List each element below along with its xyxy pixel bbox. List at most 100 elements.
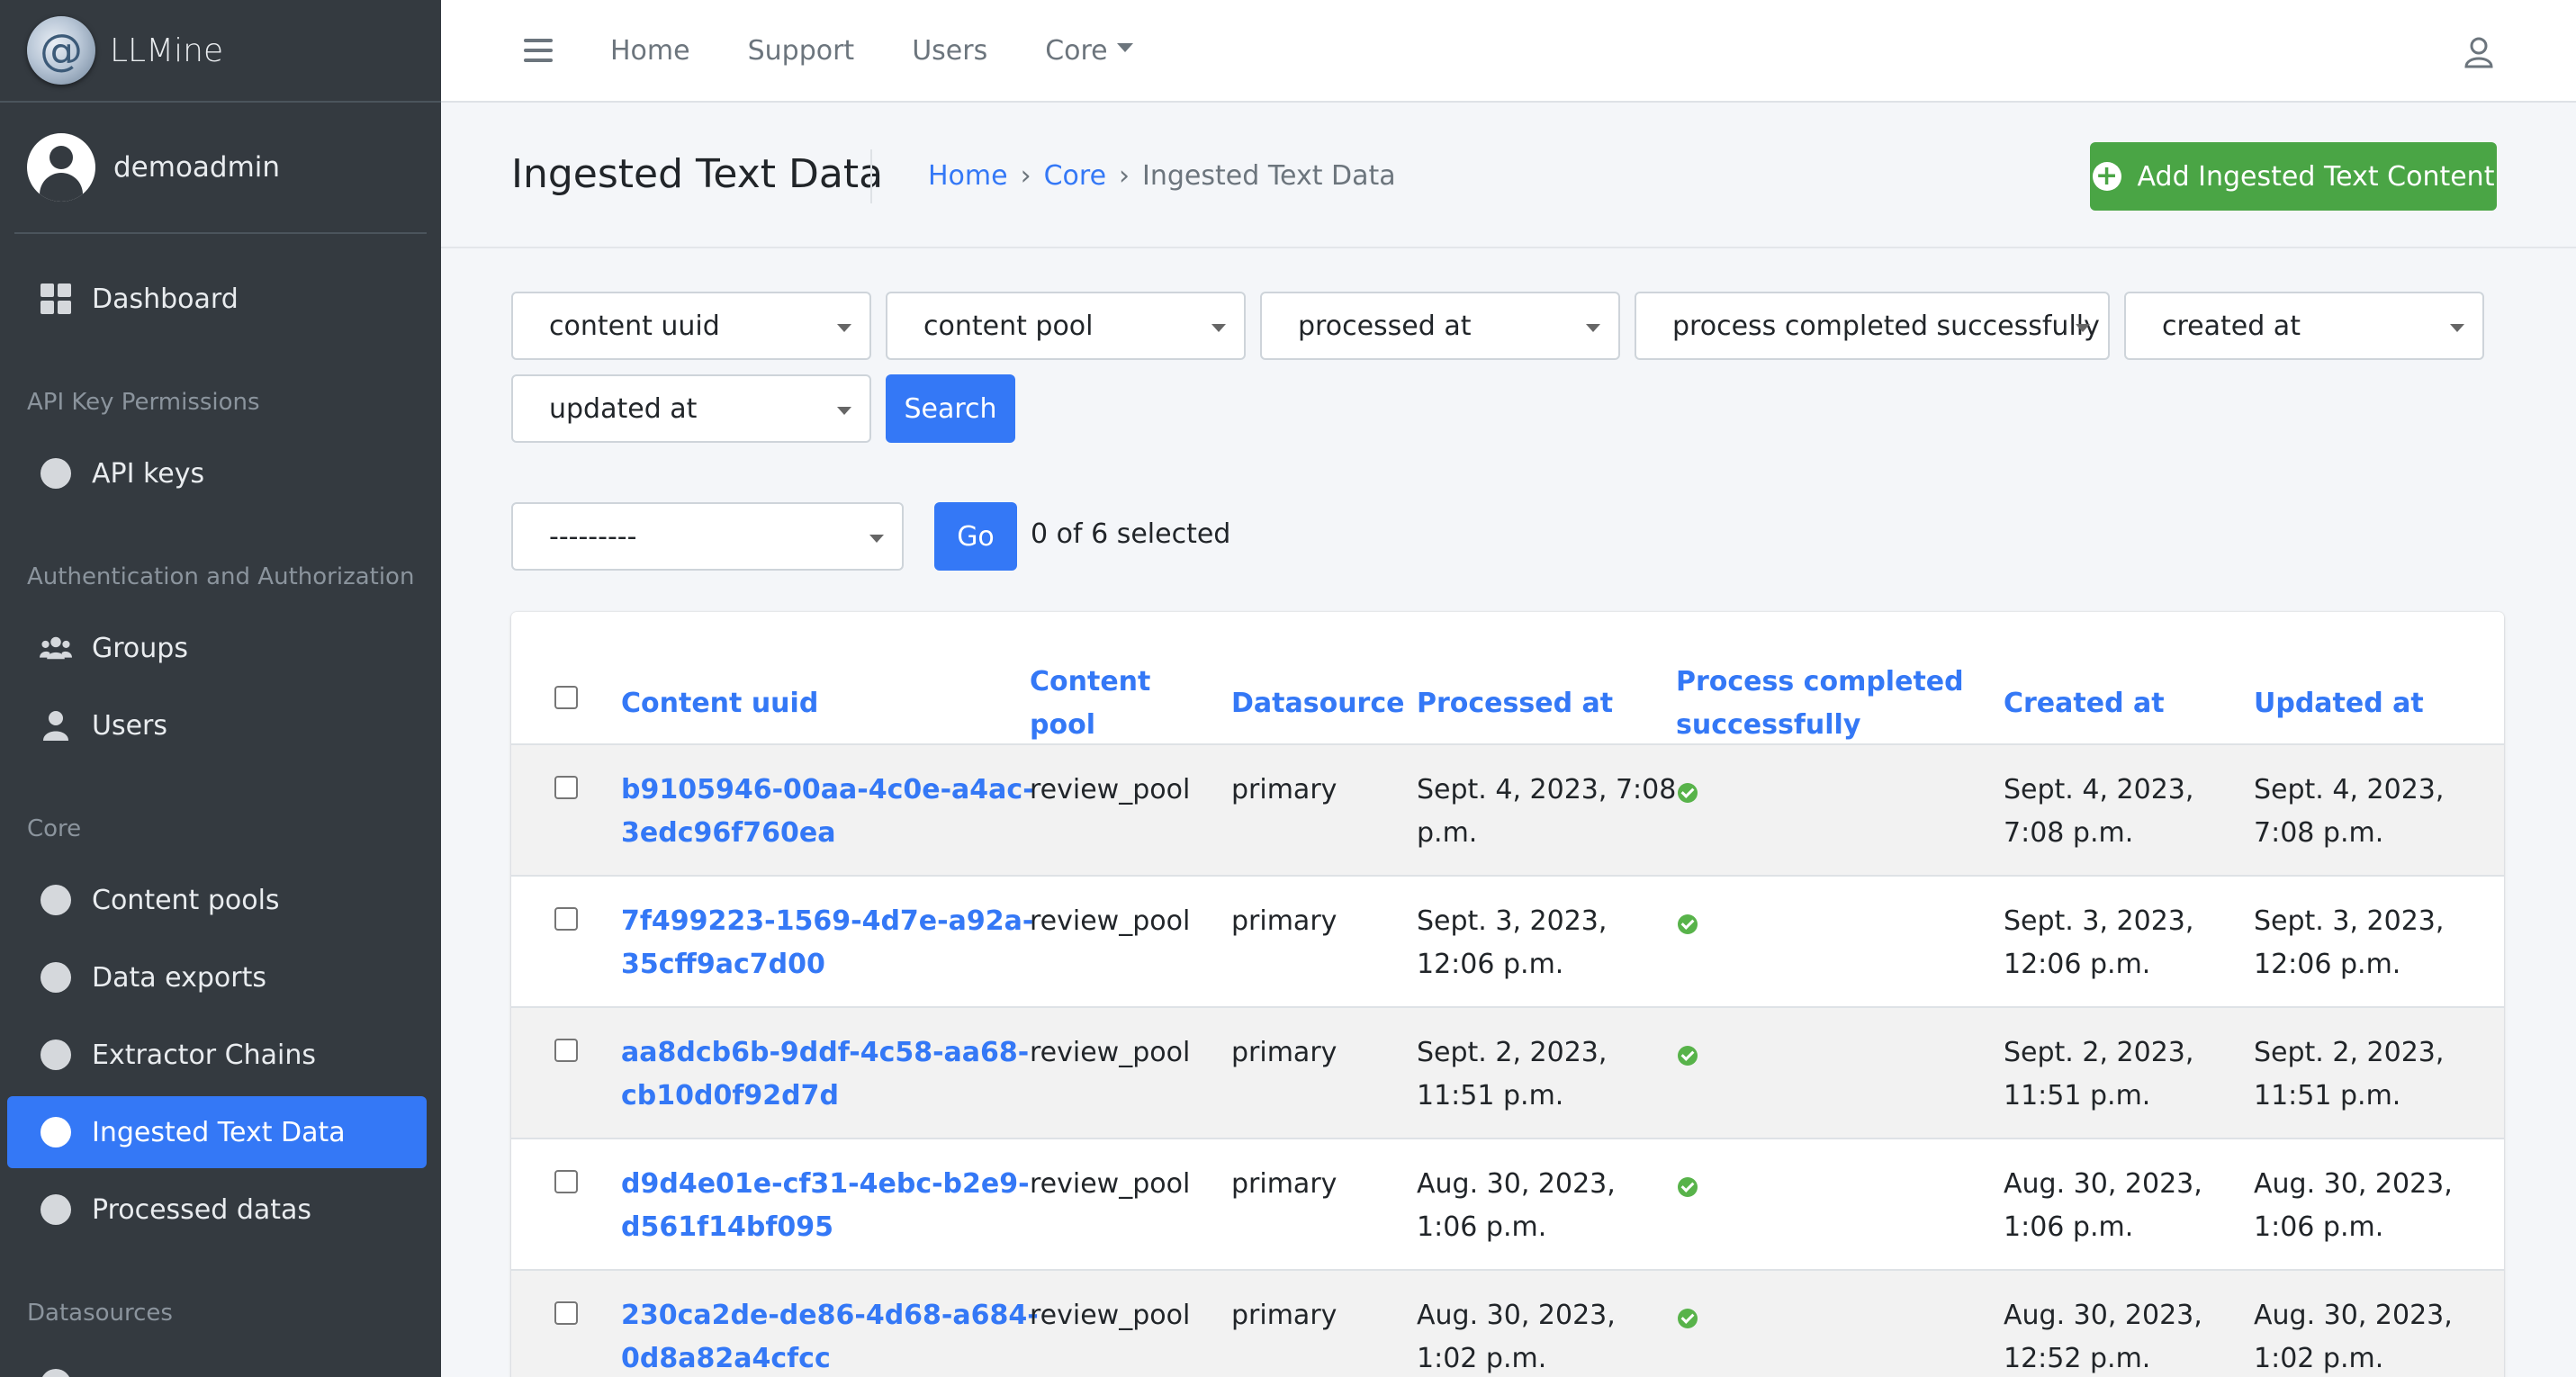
content-uuid-link[interactable]: b9105946-00aa-4c0e-a4ac- 3edc96f760ea [621,769,1034,855]
sidebar-item-users[interactable]: Users [7,689,427,761]
table-row: 7f499223-1569-4d7e-a92a- 35cff9ac7d00 re… [511,875,2504,1006]
filter-label: content pool [923,310,1094,342]
caret-down-icon [2076,324,2090,332]
search-button[interactable]: Search [886,374,1015,443]
content-uuid-link[interactable]: d9d4e01e-cf31-4ebc-b2e9- d561f14bf095 [621,1163,1030,1249]
nav-header-datasources: Datasources [27,1300,173,1327]
sidebar-item-datasources[interactable] [7,1348,427,1377]
date-line: Aug. 30, 2023, [2254,1168,2453,1200]
time-line: 7:08 p.m. [2004,817,2134,849]
column-header-label: Process completed [1676,666,1964,698]
column-header-process-completed[interactable]: Process completed successfully [1676,661,1964,747]
time-line: 12:06 p.m. [2254,949,2401,980]
created-at-cell: Sept. 3, 2023, 12:06 p.m. [2004,900,2193,986]
circle-icon [40,457,72,490]
content-uuid-link[interactable]: aa8dcb6b-9ddf-4c58-aa68- cb10d0f92d7d [621,1031,1029,1118]
content-uuid-link[interactable]: 230ca2de-de86-4d68-a684- 0d8a82a4cfcc [621,1294,1039,1377]
column-header-created-at[interactable]: Created at [2004,682,2165,725]
updated-at-cell: Sept. 4, 2023, 7:08 p.m. [2254,769,2444,855]
user-panel[interactable]: demoadmin [14,103,427,234]
processed-at-cell: Sept. 4, 2023, 7:08 p.m. [1417,769,1676,855]
filter-updated-at[interactable]: updated at [511,374,871,443]
created-at-cell: Aug. 30, 2023, 12:52 p.m. [2004,1294,2202,1377]
select-all-checkbox[interactable] [554,686,578,709]
check-circle-icon [1678,1046,1698,1066]
caret-down-icon [837,407,851,415]
page-title: Ingested Text Data [511,151,884,197]
time-line: 1:02 p.m. [1417,1343,1547,1374]
sidebar-item-content-pools[interactable]: Content pools [7,864,427,936]
sidebar-item-data-exports[interactable]: Data exports [7,941,427,1013]
go-button[interactable]: Go [934,502,1017,571]
date-line: Aug. 30, 2023, [2004,1168,2202,1200]
sidebar-item-ingested-text-data[interactable]: Ingested Text Data [7,1096,427,1168]
brand-link[interactable]: @ LLMine [0,0,441,103]
column-header-updated-at[interactable]: Updated at [2254,682,2424,725]
circle-icon [40,884,72,916]
date-line: Sept. 3, 2023, [1417,905,1608,937]
row-checkbox[interactable] [554,1039,578,1062]
filter-label: updated at [549,392,698,425]
date-line: Aug. 30, 2023, [1417,1168,1616,1200]
date-line: Sept. 4, 2023, 7:08 [1417,774,1677,806]
sidebar-item-extractor-chains[interactable]: Extractor Chains [7,1019,427,1091]
sidebar-item-dashboard[interactable]: Dashboard [7,263,427,335]
hamburger-icon[interactable] [524,39,553,62]
filter-created-at[interactable]: created at [2124,292,2484,360]
time-line: 11:51 p.m. [2254,1080,2401,1112]
processed-at-cell: Aug. 30, 2023, 1:02 p.m. [1417,1294,1616,1377]
table-row: aa8dcb6b-9ddf-4c58-aa68- cb10d0f92d7d re… [511,1006,2504,1138]
filter-content-pool[interactable]: content pool [886,292,1246,360]
column-header-processed-at[interactable]: Processed at [1417,682,1613,725]
datasource-cell: primary [1231,774,1338,806]
check-circle-icon [1678,1177,1698,1197]
time-line: 11:51 p.m. [2004,1080,2151,1112]
sidebar-item-label: Users [92,709,168,742]
date-line: Sept. 3, 2023, [2254,905,2445,937]
sidebar-item-api-keys[interactable]: API keys [7,437,427,509]
row-checkbox[interactable] [554,776,578,799]
sidebar-item-groups[interactable]: Groups [7,612,427,684]
column-header-datasource[interactable]: Datasource [1231,682,1404,725]
brand-name: LLMine [110,32,224,69]
selected-count: 0 of 6 selected [1031,518,1231,550]
filter-label: content uuid [549,310,720,342]
sidebar-item-processed-datas[interactable]: Processed datas [7,1174,427,1246]
filter-label: process completed successfully [1672,310,2100,342]
row-checkbox[interactable] [554,1170,578,1193]
caret-down-icon [1211,324,1226,332]
nav-link-users[interactable]: Users [912,35,987,67]
column-header-label: pool [1030,709,1095,741]
content-pool-cell: review_pool [1030,1168,1191,1200]
user-icon [40,709,72,742]
filter-process-completed[interactable]: process completed successfully [1635,292,2110,360]
created-at-cell: Aug. 30, 2023, 1:06 p.m. [2004,1163,2202,1249]
nav-link-support[interactable]: Support [748,35,855,67]
circle-icon [40,1193,72,1226]
user-outline-icon[interactable] [2463,36,2495,68]
content-uuid-part: cb10d0f92d7d [621,1080,839,1112]
date-line: Aug. 30, 2023, [2254,1300,2453,1331]
time-line: 1:06 p.m. [1417,1211,1547,1243]
breadcrumb-core[interactable]: Core [1044,160,1106,192]
time-line: 12:06 p.m. [2004,949,2151,980]
caret-down-icon [1116,43,1133,52]
nav-header-api: API Key Permissions [27,389,260,416]
column-header-content-pool[interactable]: Content pool [1030,661,1150,747]
action-select[interactable]: --------- [511,502,904,571]
row-checkbox[interactable] [554,1301,578,1325]
nav-dropdown-core[interactable]: Core [1045,35,1133,67]
filter-content-uuid[interactable]: content uuid [511,292,871,360]
add-ingested-text-button[interactable]: + Add Ingested Text Content [2090,142,2497,211]
row-checkbox[interactable] [554,907,578,931]
time-line: 12:06 p.m. [1417,949,1564,980]
content-uuid-link[interactable]: 7f499223-1569-4d7e-a92a- 35cff9ac7d00 [621,900,1033,986]
grid-icon [40,283,72,315]
content-pool-cell: review_pool [1030,1037,1191,1068]
nav-link-home[interactable]: Home [610,35,690,67]
breadcrumb-home[interactable]: Home [928,160,1008,192]
user-name[interactable]: demoadmin [113,151,280,184]
filter-processed-at[interactable]: processed at [1260,292,1620,360]
content-uuid-part: 7f499223-1569-4d7e-a92a- [621,905,1034,937]
caret-down-icon [837,324,851,332]
